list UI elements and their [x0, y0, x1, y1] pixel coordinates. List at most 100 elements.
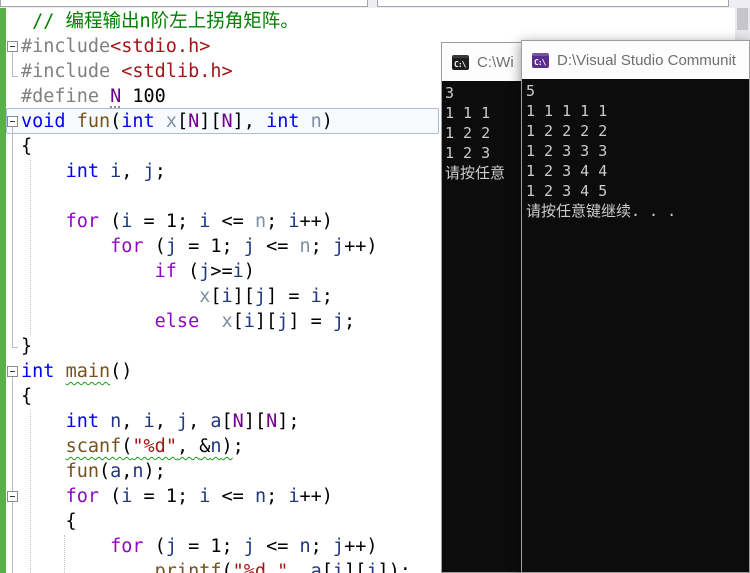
console-line: 1 2 3 4 5: [526, 182, 608, 200]
code-token: ++): [299, 486, 333, 507]
code-token: j: [332, 536, 345, 557]
code-line: else x[i][j] = j;: [21, 309, 411, 334]
code-token: ,: [121, 411, 144, 432]
console-line: 1 2 2 2 2: [526, 122, 608, 140]
collapse-toggle-fun[interactable]: [7, 116, 18, 127]
console-front-titlebar[interactable]: C:\ D:\Visual Studio Communit: [522, 41, 749, 79]
code-token: n: [299, 536, 311, 557]
code-token: j: [277, 311, 289, 332]
code-token: ]);: [377, 561, 411, 573]
code-token: i: [332, 561, 345, 573]
code-token: i: [221, 286, 233, 307]
code-token: &: [199, 436, 211, 457]
code-token: fun: [76, 111, 111, 132]
collapse-toggle-include[interactable]: [7, 41, 18, 52]
console-line: 1 2 3 3 3: [526, 142, 608, 160]
code-token: x: [221, 311, 233, 332]
code-token: n: [310, 111, 322, 132]
scope-dropdown-label: (全局范围): [384, 5, 442, 8]
code-token: {: [21, 511, 77, 532]
outline-scope-line: [12, 377, 13, 573]
code-token: n: [254, 486, 267, 507]
outline-scope-tick: [12, 347, 18, 348]
cmd-icon[interactable]: C:\: [452, 54, 469, 70]
code-token: i: [288, 211, 300, 232]
code-token: (: [121, 436, 133, 457]
code-token: <=: [210, 211, 255, 232]
tracked-changes-bar: [0, 8, 6, 573]
code-token: ;: [176, 486, 200, 507]
code-token: if: [154, 261, 177, 282]
code-token: a: [110, 461, 122, 482]
code-line: x[i][j] = i;: [21, 284, 411, 309]
code-line: {: [21, 134, 411, 159]
code-line: void fun(int x[N][N], int n): [21, 109, 411, 134]
code-token: {: [21, 136, 33, 157]
code-token: N: [188, 111, 200, 132]
code-token: ][: [232, 286, 255, 307]
code-token: (: [110, 111, 122, 132]
code-token: N: [266, 411, 278, 432]
code-line: // 编程输出n阶左上拐角矩阵。: [21, 9, 411, 34]
code-line: int i, j;: [21, 159, 411, 184]
code-token: =: [132, 211, 166, 232]
code-token: ): [321, 111, 333, 132]
code-token: {: [21, 386, 33, 407]
console-back-title: C:\Wi: [477, 53, 514, 71]
code-token: ];: [277, 411, 300, 432]
cmd-icon[interactable]: C:\: [532, 52, 549, 68]
cmd-icon-glyph: C:\: [534, 57, 546, 67]
code-token: 1: [165, 211, 177, 232]
code-token: i: [243, 311, 255, 332]
code-token: "%d ": [232, 561, 289, 573]
code-line: if (j>=i): [21, 259, 411, 284]
code-text-area[interactable]: // 编程输出n阶左上拐角矩阵。 #include<stdio.h> #includ…: [21, 9, 411, 573]
code-line: int main(): [21, 359, 411, 384]
code-token: ;: [310, 236, 333, 257]
code-line: for (j = 1; j <= n; j++): [21, 234, 411, 259]
type-dropdown[interactable]: [0, 0, 368, 7]
code-token: ;: [221, 536, 244, 557]
code-token: void: [21, 111, 66, 132]
console-line: 5: [526, 82, 536, 100]
collapse-toggle-main[interactable]: [7, 366, 18, 377]
code-token: ++): [299, 211, 333, 232]
code-token: n: [110, 411, 122, 432]
code-token: 1: [165, 486, 177, 507]
collapse-toggle-for[interactable]: [7, 491, 18, 502]
code-token: );: [143, 461, 166, 482]
code-token: ;: [321, 286, 333, 307]
code-token: int: [266, 111, 300, 132]
code-token: for: [65, 211, 99, 232]
code-token: j: [243, 236, 255, 257]
code-token: n: [254, 211, 267, 232]
code-token: =: [176, 236, 211, 257]
code-line: }: [21, 334, 411, 359]
code-token: #include: [21, 36, 111, 57]
code-token: i: [199, 486, 211, 507]
scrollbar-thumb[interactable]: [737, 8, 748, 30]
code-token: 100: [132, 86, 166, 107]
code-token: i: [232, 261, 244, 282]
code-token: (: [176, 261, 200, 282]
code-line: scanf("%d", &n);: [21, 434, 411, 459]
code-token: ] =: [288, 311, 333, 332]
code-token: ,: [188, 411, 211, 432]
outline-scope-line: [12, 52, 13, 76]
scope-dropdown[interactable]: (全局范围): [377, 0, 729, 7]
outline-scope-line: [12, 127, 13, 347]
code-token: ,: [176, 436, 200, 457]
code-token: ,: [121, 461, 133, 482]
code-token: ],: [232, 111, 267, 132]
code-token: ;: [154, 161, 166, 182]
code-token: #define: [21, 86, 111, 107]
console-line: 1 1 1 1 1: [526, 102, 608, 120]
code-token: ,: [288, 561, 311, 573]
